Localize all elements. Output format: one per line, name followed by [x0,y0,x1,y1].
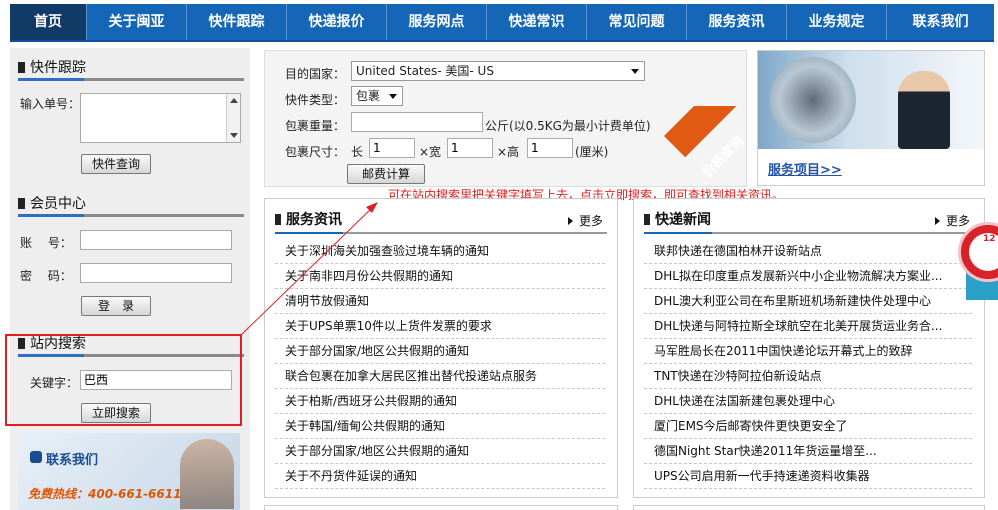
list-item[interactable]: 关于深圳海关加强查验过境车辆的通知 [275,239,605,264]
agent-photo [180,439,234,509]
tracking-query-button[interactable]: 快件查询 [81,154,151,174]
bullet-icon [275,214,281,225]
bullet-icon [644,214,650,225]
clock-face: 12 3 [969,233,998,271]
weight-label: 包裹重量： [285,119,346,133]
bullet-icon [18,62,25,73]
width-input[interactable]: 1 [447,138,493,158]
list-item[interactable]: 关于韩国/缅甸公共假期的通知 [275,414,605,439]
scrollbar[interactable] [226,94,240,142]
main-nav: 首页 关于闽亚 快件跟踪 快递报价 服务网点 快递常识 常见问题 服务资讯 业务… [10,4,994,42]
scroll-down-icon[interactable] [230,133,238,138]
list-item[interactable]: 关于部分国家/地区公共假期的通知 [275,339,605,364]
list-item[interactable]: 关于柏斯/西班牙公共假期的通知 [275,389,605,414]
chevron-down-icon [631,69,639,74]
type-label: 快件类型： [285,93,346,107]
nav-item-quote[interactable]: 快递报价 [287,4,387,40]
list-item[interactable]: 联邦快递在德国柏林开设新站点 [644,239,972,264]
postage-calc-button[interactable]: 邮费计算 [347,164,425,184]
panel-edge [264,505,618,510]
length-label: 长 [351,145,364,159]
nav-item-service-news[interactable]: 服务资讯 [687,4,787,40]
hotline-text: 免费热线：400-661-6611 [28,487,182,501]
account-input[interactable] [80,230,232,250]
panel-divider [275,232,607,234]
contact-title: 联系我们 [46,453,99,468]
country-select[interactable]: United States- 美国- US [351,61,645,81]
list-item[interactable]: 关于南非四月份公共假期的通知 [275,264,605,289]
service-news-title: 服务资讯 [275,209,342,229]
list-item[interactable]: TNT快递在沙特阿拉伯新设站点 [644,364,972,389]
nav-item-rules[interactable]: 业务规定 [787,4,887,40]
list-item[interactable]: 马军胜局长在2011中国快递论坛开幕式上的致辞 [644,339,972,364]
service-news-panel: 服务资讯 更多 关于深圳海关加强查验过境车辆的通知 关于南非四月份公共假期的通知… [264,198,618,498]
list-item[interactable]: 厦门EMS今后邮寄快件更快更安全了 [644,414,972,439]
express-news-list: 联邦快递在德国柏林开设新站点 DHL拟在印度重点发展新兴中小企业物流解决方案业.… [644,239,972,489]
list-item[interactable]: 关于部分国家/地区公共假期的通知 [275,439,605,464]
nav-item-tracking[interactable]: 快件跟踪 [187,4,287,40]
businessman-image [898,71,950,149]
list-item[interactable]: 联合包裹在加拿大居民区推出替代投递站点服务 [275,364,605,389]
weight-input[interactable] [351,112,483,132]
nav-item-faq[interactable]: 常见问题 [587,4,687,40]
list-item[interactable]: DHL澳大利亚公司在布里斯班机场新建快件处理中心 [644,289,972,314]
chevron-down-icon [389,94,397,99]
section-divider [18,214,244,217]
tracking-number-textarea[interactable] [80,93,241,143]
globe-icon [770,57,856,143]
size-label: 包裹尺寸： [285,145,346,159]
service-news-more-link[interactable]: 更多 [567,212,603,229]
list-item[interactable]: 德国Night Star快递2011年货运量增至... [644,439,972,464]
password-input[interactable] [80,263,232,283]
scroll-up-icon[interactable] [230,98,238,103]
tracking-title: 快件跟踪 [18,57,244,77]
nav-item-contact[interactable]: 联系我们 [887,4,994,40]
triangle-right-icon [934,217,940,225]
list-item[interactable]: DHL拟在印度重点发展新兴中小企业物流解决方案业... [644,264,972,289]
type-select[interactable]: 包裹 [351,86,403,106]
section-divider [18,78,244,81]
nav-item-outlets[interactable]: 服务网点 [387,4,487,40]
bullet-icon [18,198,25,209]
height-input[interactable]: 1 [527,138,573,158]
highlight-frame [5,334,242,426]
list-item[interactable]: DHL快递与阿特拉斯全球航空在北美开展货运业务合... [644,314,972,339]
length-input[interactable]: 1 [369,138,415,158]
list-item[interactable]: 关于UPS单票10件以上货件发票的要求 [275,314,605,339]
service-items-link[interactable]: 服务项目>> [768,159,842,178]
list-item[interactable]: 关于不丹货件延误的通知 [275,464,605,489]
clock-numeral: 12 [983,234,996,244]
express-news-title: 快递新闻 [644,209,711,229]
triangle-right-icon [567,217,573,225]
width-label: ×宽 [419,145,442,159]
phone-icon [30,451,42,463]
list-item[interactable]: 清明节放假通知 [275,289,605,314]
weight-unit: 公斤(以0.5KG为最小计费单位) [485,119,651,133]
size-unit: (厘米) [575,145,609,159]
panel-edge [633,505,985,510]
express-news-panel: 快递新闻 更多 联邦快递在德国柏林开设新站点 DHL拟在印度重点发展新兴中小企业… [633,198,985,498]
member-title: 会员中心 [18,193,244,213]
nav-item-home[interactable]: 首页 [10,4,87,40]
price-query-ribbon[interactable]: 价格查询 [660,106,750,186]
country-label: 目的国家： [285,67,346,81]
contact-banner[interactable]: 联系我们 免费热线：400-661-6611 [18,433,240,510]
list-item[interactable]: UPS公司启用新一代手持速递资料收集器 [644,464,972,489]
panel-divider [644,232,974,234]
password-label: 密 码： [20,269,72,283]
service-ad[interactable]: 服务项目>> [757,50,985,186]
account-label: 账 号： [20,236,72,250]
service-news-list: 关于深圳海关加强查验过境车辆的通知 关于南非四月份公共假期的通知 清明节放假通知… [275,239,605,489]
list-item[interactable]: DHL快递在法国新建包裹处理中心 [644,389,972,414]
tracking-input-label: 输入单号： [20,97,81,111]
express-news-more-link[interactable]: 更多 [934,212,970,229]
nav-item-knowledge[interactable]: 快递常识 [487,4,587,40]
nav-item-about[interactable]: 关于闽亚 [87,4,187,40]
login-button[interactable]: 登 录 [81,296,151,316]
height-label: ×高 [497,145,520,159]
